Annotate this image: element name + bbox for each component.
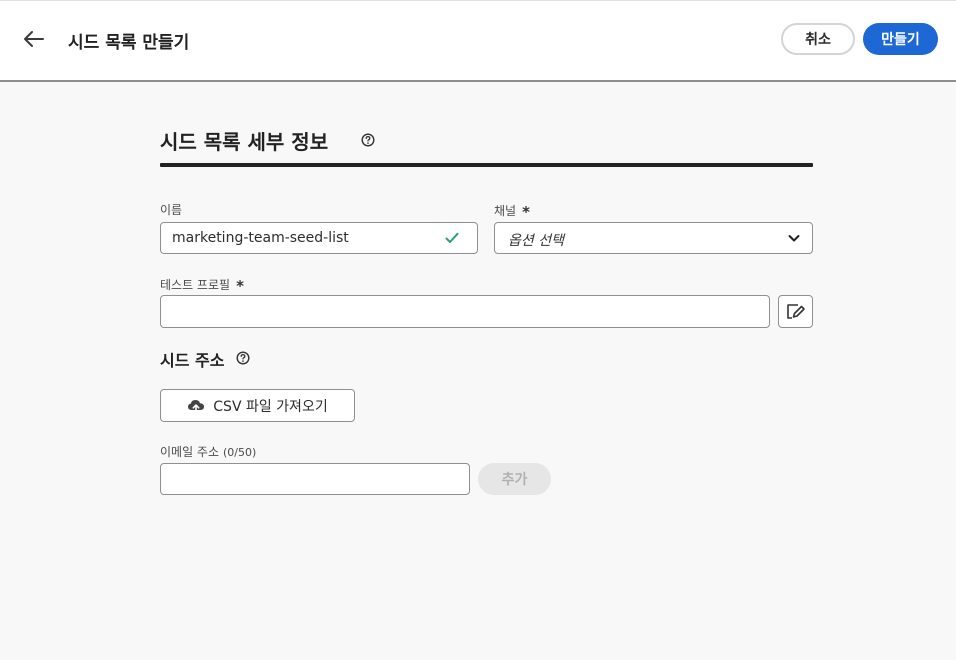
create-button[interactable]: 만들기 — [863, 23, 938, 55]
required-marker: * — [236, 277, 244, 295]
chevron-down-icon — [788, 235, 800, 242]
channel-label: 채널 * — [494, 201, 530, 221]
name-input[interactable]: marketing-team-seed-list — [160, 222, 478, 254]
top-bar: 시드 목록 만들기 취소 만들기 — [0, 0, 956, 82]
add-email-button[interactable]: 추가 — [478, 463, 551, 495]
section-title: 시드 목록 세부 정보 — [160, 130, 329, 154]
channel-select[interactable]: 옵션 선택 — [494, 222, 813, 254]
channel-label-text: 채널 — [494, 204, 517, 218]
name-input-value: marketing-team-seed-list — [172, 230, 349, 246]
cloud-upload-icon — [188, 399, 205, 414]
import-csv-label: CSV 파일 가져오기 — [213, 398, 328, 415]
help-circle-icon[interactable] — [236, 351, 250, 365]
cancel-button[interactable]: 취소 — [781, 23, 855, 55]
profile-label-text: 테스트 프로필 — [160, 278, 231, 292]
email-label-text: 이메일 주소 — [160, 445, 220, 459]
seed-addresses-title: 시드 주소 — [160, 351, 225, 370]
email-count: (0/50) — [223, 446, 257, 459]
section-divider — [160, 163, 813, 167]
page-title: 시드 목록 만들기 — [68, 33, 190, 53]
profile-label: 테스트 프로필 * — [160, 275, 244, 295]
email-label: 이메일 주소 (0/50) — [160, 443, 256, 460]
import-csv-button[interactable]: CSV 파일 가져오기 — [160, 389, 355, 422]
required-marker: * — [522, 203, 530, 221]
test-profile-input[interactable] — [160, 295, 770, 328]
channel-select-placeholder: 옵션 선택 — [508, 233, 564, 249]
edit-profile-button[interactable] — [778, 295, 813, 328]
name-label: 이름 — [160, 203, 183, 217]
arrow-left-icon — [24, 31, 44, 47]
help-circle-icon[interactable] — [361, 133, 375, 147]
back-button[interactable] — [22, 27, 46, 51]
email-input[interactable] — [160, 463, 470, 495]
edit-icon — [786, 303, 805, 319]
checkmark-icon — [445, 232, 459, 243]
